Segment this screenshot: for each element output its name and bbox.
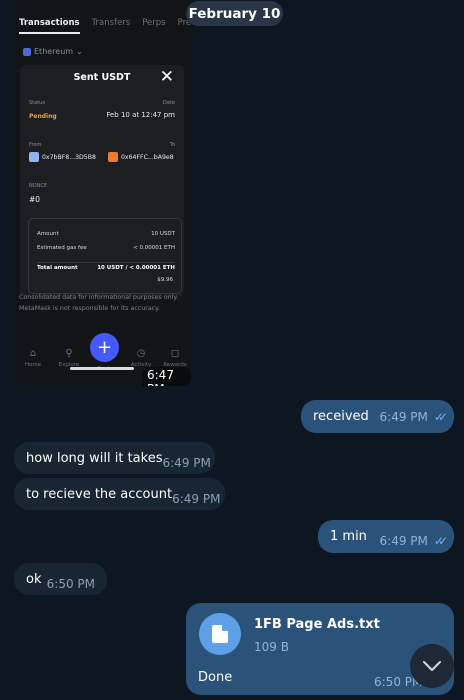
scroll-to-bottom-button[interactable] [410, 644, 454, 688]
message-text: how long will it takes [26, 450, 163, 466]
ethereum-icon [23, 47, 31, 56]
status-badge: Pending [29, 113, 57, 120]
amount-value: 10 USDT [151, 231, 175, 237]
nav-explore: ⚲ Explore [52, 348, 86, 368]
file-name[interactable]: 1FB Page Ads.txt [254, 617, 380, 632]
message-meta: 6:49 PM [163, 456, 211, 470]
nav-home-label: Home [24, 362, 42, 368]
home-icon: ⌂ [29, 348, 37, 359]
tab-perps: Perps [142, 18, 166, 28]
file-caption: Done [198, 670, 233, 685]
amount-label: Amount [37, 231, 59, 237]
message-meta: 6:49 PM ✓✓ [379, 409, 449, 424]
double-check-icon: ✓✓ [433, 409, 448, 424]
total-label: Total amount [37, 265, 78, 271]
message-text: to recieve the account [26, 486, 173, 502]
to-avatar [108, 152, 118, 162]
message-time: 6:49 PM [162, 455, 211, 470]
rewards-icon: ◻ [170, 348, 180, 359]
tab-transfers: Transfers [91, 18, 131, 28]
screenshot-image-message[interactable]: Transactions Transfers Perps Pred Ethere… [14, 0, 191, 386]
nonce-label: NONCE [29, 183, 48, 189]
message-bubble-outgoing[interactable]: 1 min 6:49 PM ✓✓ [318, 520, 454, 553]
amount-row: Amount 10 USDT [37, 231, 175, 237]
status-label: Status [29, 100, 45, 106]
message-time: 6:49 PM [172, 491, 221, 506]
from-avatar [29, 152, 39, 162]
disclaimer-text: Consolidated data for informational purp… [19, 294, 179, 312]
message-text: ok [26, 571, 42, 587]
network-name: Ethereum [34, 47, 74, 56]
transaction-details-modal: Sent USDT ✕ Status Date Pending Feb 10 a… [20, 65, 184, 297]
gas-row: Estimated gas fee < 0.00001 ETH [37, 245, 175, 251]
to-address: 0x64FFC...bA9e8 [108, 152, 174, 162]
chevron-down-icon: ⌄ [76, 47, 83, 56]
total-value: 10 USDT / < 0.00001 ETH [97, 265, 175, 271]
close-icon: ✕ [159, 67, 174, 87]
chevron-down-icon [422, 660, 442, 672]
total-usd: $9.96 [157, 277, 173, 283]
message-time: 6:49 PM [379, 534, 428, 548]
message-bubble-outgoing[interactable]: received 6:49 PM ✓✓ [301, 400, 454, 433]
total-row: Total amount 10 USDT / < 0.00001 ETH [37, 265, 175, 271]
gas-value: < 0.00001 ETH [133, 245, 175, 251]
message-text: received [313, 409, 369, 424]
to-address-text: 0x64FFC...bA9e8 [121, 153, 174, 161]
tab-transactions: Transactions [19, 18, 80, 34]
file-message-outgoing[interactable]: 1FB Page Ads.txt 109 B Done 6:50 PM [186, 603, 454, 695]
message-time: 6:50 PM [46, 576, 95, 591]
date-value: Feb 10 at 12:47 pm [106, 111, 175, 119]
nav-activity: ◷ Activity [124, 348, 158, 368]
file-size: 109 B [254, 640, 289, 654]
message-meta: 6:50 PM [47, 577, 95, 591]
message-meta: 6:49 PM [172, 492, 220, 506]
message-bubble-incoming[interactable]: how long will it takes 6:49 PM [14, 442, 215, 474]
nonce-value: #0 [29, 195, 41, 204]
message-meta: 6:49 PM ✓✓ [379, 534, 449, 548]
gas-label: Estimated gas fee [37, 245, 87, 251]
from-label: From [29, 142, 42, 148]
from-address-text: 0x7bBF8...3D5B8 [42, 153, 96, 161]
message-bubble-incoming[interactable]: ok 6:50 PM [14, 563, 107, 595]
message-text: 1 min [330, 529, 367, 544]
message-time: 6:47 PM [142, 367, 191, 386]
fee-summary: Amount 10 USDT Estimated gas fee < 0.000… [28, 218, 182, 294]
from-address: 0x7bBF8...3D5B8 [29, 152, 96, 162]
date-separator: February 10 [186, 1, 283, 26]
nav-rewards: ◻ Rewards [158, 348, 191, 368]
network-selector: Ethereum ⌄ [23, 47, 83, 56]
message-time: 6:49 PM [379, 409, 428, 424]
chat-history[interactable]: Transactions Transfers Perps Pred Ethere… [0, 0, 464, 700]
metamask-tabs: Transactions Transfers Perps Pred [19, 18, 191, 34]
search-icon: ⚲ [65, 348, 73, 359]
message-bubble-incoming[interactable]: to recieve the account 6:49 PM [14, 478, 225, 510]
double-check-icon: ✓✓ [433, 534, 448, 548]
date-label: Date [163, 100, 175, 106]
clock-icon: ◷ [136, 348, 146, 359]
to-label: To [169, 142, 175, 148]
plus-icon: + [90, 333, 119, 362]
home-indicator [70, 367, 134, 370]
nav-home: ⌂ Home [16, 348, 50, 368]
divider [37, 262, 175, 263]
file-icon[interactable] [199, 613, 241, 655]
